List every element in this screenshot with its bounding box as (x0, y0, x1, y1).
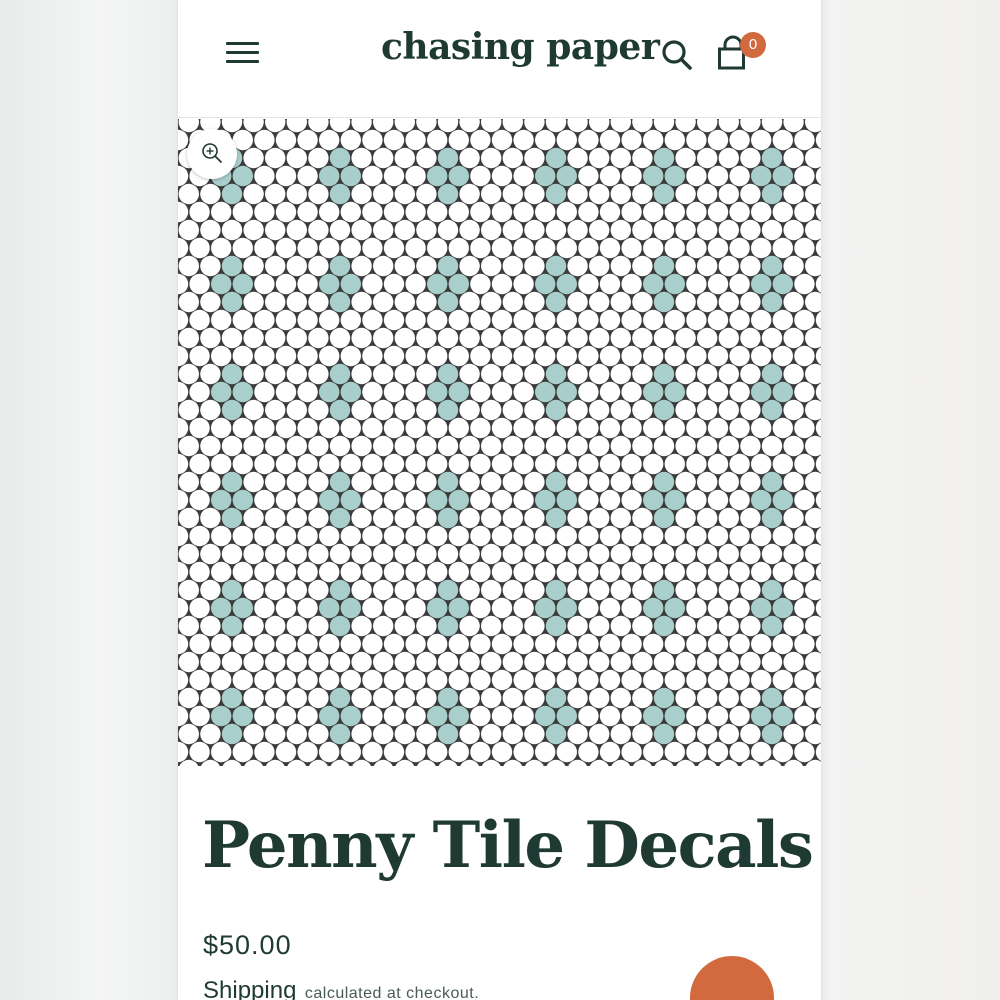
shipping-info: Shipping calculated at checkout. (203, 977, 479, 1000)
product-image[interactable] (178, 119, 821, 766)
menu-button[interactable] (224, 38, 262, 68)
site-logo[interactable]: chasing paper (381, 26, 660, 68)
mobile-page: chasing paper 0 Penny Tile Decals $50.00… (178, 0, 821, 1000)
zoom-button[interactable] (187, 129, 237, 179)
penny-tile-pattern (178, 119, 821, 766)
hamburger-line (226, 51, 259, 54)
shipping-link[interactable]: Shipping (203, 977, 296, 1000)
chat-button[interactable] (690, 956, 774, 1000)
hamburger-menu-icon (226, 42, 259, 45)
chat-bubble-icon (718, 992, 742, 1000)
cart-button[interactable]: 0 (716, 32, 774, 72)
product-title: Penny Tile Decals (202, 808, 814, 883)
shipping-note: calculated at checkout. (304, 985, 480, 1000)
cart-count-badge: 0 (740, 32, 766, 58)
search-icon (662, 40, 692, 70)
zoom-in-icon (202, 143, 222, 163)
search-button[interactable] (660, 38, 694, 72)
site-header: chasing paper 0 (178, 0, 821, 118)
product-price: $50.00 (203, 930, 292, 960)
hamburger-line (226, 60, 259, 63)
